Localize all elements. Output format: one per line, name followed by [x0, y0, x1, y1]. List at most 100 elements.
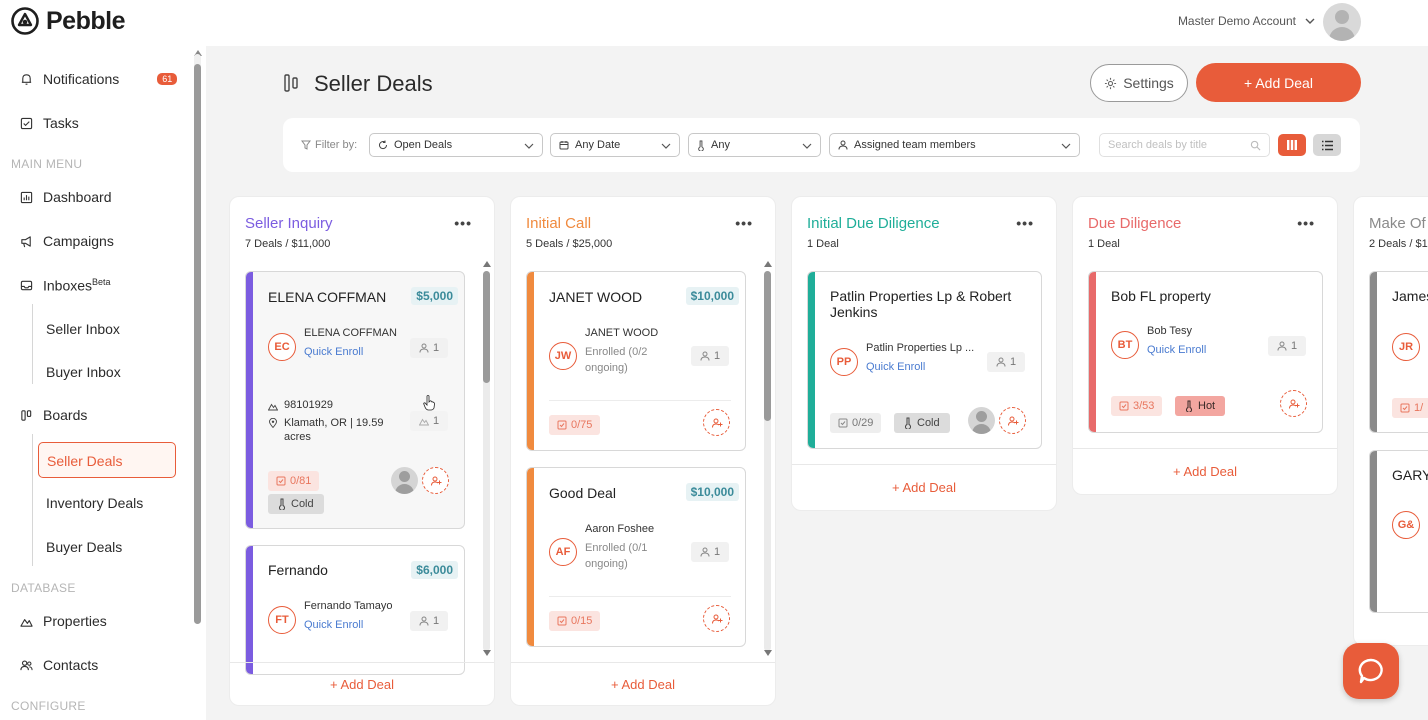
- scroll-up-arrow[interactable]: [764, 261, 772, 267]
- temperature-select[interactable]: Any: [688, 133, 821, 157]
- column-menu-button[interactable]: •••: [1016, 215, 1034, 231]
- temperature-badge[interactable]: Cold: [268, 494, 324, 514]
- contact-avatar[interactable]: G&: [1392, 511, 1420, 539]
- contact-name[interactable]: Patlin Properties Lp ...: [866, 342, 974, 354]
- column-add-deal-button[interactable]: + Add Deal: [511, 677, 775, 692]
- deal-status-select[interactable]: Open Deals: [369, 133, 543, 157]
- column-menu-button[interactable]: •••: [454, 215, 472, 231]
- deal-card[interactable]: James JR 1/: [1369, 271, 1428, 433]
- member-count[interactable]: 1: [691, 542, 729, 562]
- quick-enroll-link[interactable]: Quick Enroll: [1147, 344, 1206, 356]
- quick-enroll-link[interactable]: Quick Enroll: [304, 619, 363, 631]
- column-scrollbar[interactable]: [764, 271, 771, 651]
- card-title: James: [1392, 288, 1428, 304]
- assign-member-button[interactable]: [703, 605, 730, 632]
- sidebar-item-boards[interactable]: Boards: [20, 407, 87, 423]
- sidebar-item-tasks[interactable]: Tasks: [20, 115, 79, 131]
- task-progress-badge[interactable]: 0/75: [549, 415, 601, 435]
- search-input[interactable]: Search deals by title: [1099, 133, 1270, 157]
- task-progress-badge[interactable]: 3/53: [1111, 396, 1163, 416]
- sidebar-item-buyer-deals[interactable]: Buyer Deals: [46, 539, 122, 555]
- column-due-diligence: Due Diligence 1 Deal ••• Bob FL property…: [1072, 196, 1338, 495]
- deal-card[interactable]: GARY G&: [1369, 450, 1428, 613]
- task-progress-badge[interactable]: 0/81: [268, 471, 320, 491]
- assign-member-button[interactable]: [999, 407, 1026, 434]
- scrollbar-thumb[interactable]: [764, 271, 771, 421]
- sidebar-item-properties[interactable]: Properties: [20, 613, 107, 629]
- contact-name[interactable]: Fernando Tamayo: [304, 600, 392, 612]
- assign-member-button[interactable]: [703, 409, 730, 436]
- member-count[interactable]: 1: [987, 352, 1025, 372]
- assign-member-button[interactable]: [1280, 390, 1307, 417]
- column-add-deal-button[interactable]: + Add Deal: [230, 677, 494, 692]
- column-scrollbar[interactable]: [483, 271, 490, 651]
- contact-avatar[interactable]: PP: [830, 348, 858, 376]
- task-progress-badge[interactable]: 1/: [1392, 398, 1428, 418]
- support-chat-button[interactable]: [1343, 643, 1399, 699]
- enrollment-status[interactable]: Enrolled (0/2 ongoing): [585, 344, 671, 376]
- user-avatar[interactable]: [1323, 3, 1361, 41]
- scroll-down-arrow[interactable]: [764, 650, 772, 656]
- column-add-deal-button[interactable]: + Add Deal: [792, 480, 1056, 495]
- sidebar-item-dashboard[interactable]: Dashboard: [20, 189, 112, 205]
- column-add-deal-button[interactable]: + Add Deal: [1073, 464, 1337, 479]
- sidebar-item-seller-deals[interactable]: Seller Deals: [38, 442, 176, 478]
- inbox-icon: [20, 280, 33, 291]
- scroll-up-arrow[interactable]: [483, 261, 491, 267]
- sidebar-scrollbar[interactable]: [194, 54, 201, 624]
- quick-enroll-link[interactable]: Quick Enroll: [866, 361, 925, 373]
- board-view-toggle[interactable]: [1278, 134, 1306, 156]
- contact-avatar[interactable]: BT: [1111, 331, 1139, 359]
- chart-icon: [20, 191, 33, 203]
- task-progress-badge[interactable]: 0/29: [830, 413, 882, 433]
- scrollbar-thumb[interactable]: [483, 271, 490, 383]
- scroll-down-arrow[interactable]: [483, 650, 491, 656]
- temperature-badge[interactable]: Cold: [894, 413, 950, 433]
- sidebar-item-campaigns[interactable]: Campaigns: [20, 233, 114, 249]
- date-select[interactable]: Any Date: [550, 133, 680, 157]
- column-menu-button[interactable]: •••: [735, 215, 753, 231]
- column-summary: 5 Deals / $25,000: [526, 238, 613, 250]
- sidebar-item-inboxes[interactable]: InboxesBeta: [20, 277, 111, 294]
- deal-card[interactable]: JANET WOOD $10,000 JW JANET WOOD Enrolle…: [526, 271, 746, 451]
- sidebar-item-inventory-deals[interactable]: Inventory Deals: [46, 495, 143, 511]
- assignee-avatar[interactable]: [968, 407, 995, 434]
- enrollment-status[interactable]: Enrolled (0/1 ongoing): [585, 540, 671, 572]
- column-menu-button[interactable]: •••: [1297, 215, 1315, 231]
- quick-enroll-link[interactable]: Quick Enroll: [304, 346, 363, 358]
- sidebar-item-notifications[interactable]: Notifications 61: [20, 71, 178, 87]
- assignee-avatar[interactable]: [391, 467, 418, 494]
- member-count[interactable]: 1: [691, 346, 729, 366]
- account-switcher[interactable]: Master Demo Account: [1178, 14, 1316, 28]
- member-count[interactable]: 1: [410, 338, 448, 358]
- app-logo[interactable]: Pebble: [10, 6, 125, 36]
- list-view-toggle[interactable]: [1313, 134, 1341, 156]
- contact-name[interactable]: ELENA COFFMAN: [304, 327, 397, 339]
- add-deal-button[interactable]: + Add Deal: [1196, 63, 1361, 102]
- sidebar-item-contacts[interactable]: Contacts: [20, 657, 98, 673]
- member-count[interactable]: 1: [410, 611, 448, 631]
- settings-button[interactable]: Settings: [1090, 64, 1188, 102]
- contact-name[interactable]: Bob Tesy: [1147, 325, 1192, 337]
- temperature-badge[interactable]: Hot: [1175, 396, 1226, 416]
- deal-card[interactable]: Good Deal $10,000 AF Aaron Foshee Enroll…: [526, 467, 746, 647]
- team-members-select[interactable]: Assigned team members: [829, 133, 1080, 157]
- column-divider: [230, 662, 494, 663]
- contact-avatar[interactable]: JW: [549, 342, 577, 370]
- contact-avatar[interactable]: JR: [1392, 333, 1420, 361]
- location-pin-icon: [269, 418, 277, 428]
- contact-avatar[interactable]: EC: [268, 333, 296, 361]
- contact-name[interactable]: JANET WOOD: [585, 327, 658, 339]
- contact-avatar[interactable]: AF: [549, 538, 577, 566]
- deal-card[interactable]: Bob FL property BT Bob Tesy Quick Enroll…: [1088, 271, 1323, 433]
- contact-avatar[interactable]: FT: [268, 606, 296, 634]
- property-member-count[interactable]: 1: [410, 411, 448, 431]
- sidebar-item-buyer-inbox[interactable]: Buyer Inbox: [46, 364, 121, 380]
- deal-card[interactable]: Patlin Properties Lp & Robert Jenkins PP…: [807, 271, 1042, 449]
- sidebar-item-seller-inbox[interactable]: Seller Inbox: [46, 321, 120, 337]
- contact-name[interactable]: Aaron Foshee: [585, 523, 654, 535]
- member-count[interactable]: 1: [1268, 336, 1306, 356]
- deal-card[interactable]: Fernando $6,000 FT Fernando Tamayo Quick…: [245, 545, 465, 675]
- assign-member-button[interactable]: [422, 467, 449, 494]
- task-progress-badge[interactable]: 0/15: [549, 611, 601, 631]
